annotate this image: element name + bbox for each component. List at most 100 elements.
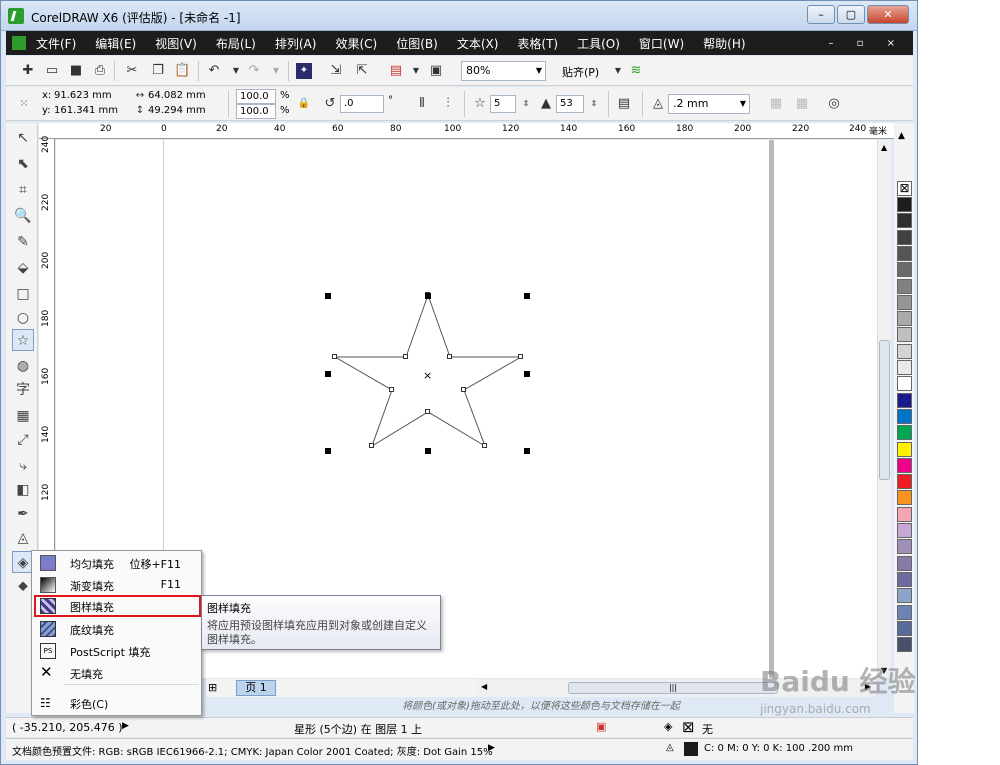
to-front-icon[interactable]: ▦ xyxy=(768,96,784,112)
color-swatch[interactable] xyxy=(897,245,912,261)
menu-tools[interactable]: 工具(O) xyxy=(577,35,620,52)
scroll-up-icon[interactable]: ▲ xyxy=(881,143,887,152)
menu-view[interactable]: 视图(V) xyxy=(155,35,197,52)
selection-handle[interactable] xyxy=(524,293,530,299)
document-icon[interactable] xyxy=(12,36,26,50)
lock-ratio-icon[interactable]: 🔒 xyxy=(296,96,312,112)
sharpness-field[interactable]: 53 xyxy=(556,95,584,113)
add-page-icon[interactable]: ⊞ xyxy=(208,681,217,694)
crop-tool-icon[interactable]: ⌗ xyxy=(12,179,34,201)
star-node[interactable] xyxy=(482,443,487,448)
no-fill-item[interactable]: ✕ 无填充 xyxy=(34,662,201,684)
color-swatch[interactable] xyxy=(897,588,912,604)
import-icon[interactable]: ⇲ xyxy=(328,63,344,79)
smart-fill-tool-icon[interactable]: ⬙ xyxy=(12,257,34,279)
document-window-controls[interactable]: – ▫ × xyxy=(828,38,905,49)
maximize-button[interactable]: ▢ xyxy=(837,5,865,24)
to-back-icon[interactable]: ▦ xyxy=(794,96,810,112)
color-swatch[interactable] xyxy=(897,213,912,229)
color-swatch[interactable] xyxy=(897,539,912,555)
palette-scroll-up-icon[interactable]: ▲ xyxy=(898,131,905,141)
color-swatch[interactable] xyxy=(897,327,912,343)
redo-icon[interactable]: ↷ xyxy=(246,63,262,79)
menu-bitmaps[interactable]: 位图(B) xyxy=(396,35,438,52)
pick-tool-icon[interactable]: ↖ xyxy=(12,127,34,149)
text-tool-icon[interactable]: 字 xyxy=(12,379,34,401)
convert-to-curves-icon[interactable]: ◎ xyxy=(826,96,842,112)
minimize-button[interactable]: – xyxy=(807,5,835,24)
status-expand-icon[interactable]: ▶ xyxy=(122,721,129,731)
star-points-field[interactable]: 5 xyxy=(490,95,516,113)
dimension-tool-icon[interactable]: ⤢ xyxy=(12,429,34,451)
color-swatch[interactable] xyxy=(897,376,912,392)
rotation-field[interactable]: .0 xyxy=(340,95,384,113)
star-node[interactable] xyxy=(332,354,337,359)
menu-table[interactable]: 表格(T) xyxy=(517,35,558,52)
blend-tool-icon[interactable]: ◧ xyxy=(12,479,34,501)
polygon-tool-icon[interactable]: ☆ xyxy=(12,329,34,351)
color-swatch[interactable] xyxy=(897,197,912,212)
menu-text[interactable]: 文本(X) xyxy=(457,35,499,52)
publish-pdf-icon[interactable]: ▤ xyxy=(388,63,404,79)
redo-dropdown-icon[interactable]: ▼ xyxy=(268,63,284,79)
menu-layout[interactable]: 布局(L) xyxy=(216,35,256,52)
uniform-fill-item[interactable]: 均匀填充 位移+F11 xyxy=(34,552,201,574)
selection-handle[interactable] xyxy=(425,448,431,454)
eyedropper-tool-icon[interactable]: ✒ xyxy=(12,503,34,525)
star-node[interactable] xyxy=(403,354,408,359)
mirror-vertical-icon[interactable]: ⫶ xyxy=(440,96,456,112)
color-swatch[interactable] xyxy=(897,392,912,408)
cut-icon[interactable]: ✂ xyxy=(124,63,140,79)
selection-handle[interactable] xyxy=(524,371,530,377)
rectangle-tool-icon[interactable]: □ xyxy=(12,283,34,305)
texture-fill-item[interactable]: 底纹填充 xyxy=(34,618,201,640)
postscript-fill-item[interactable]: PS PostScript 填充 xyxy=(34,640,201,662)
color-swatch[interactable] xyxy=(897,571,912,587)
star-node[interactable] xyxy=(369,443,374,448)
star-node[interactable] xyxy=(518,354,523,359)
color-swatch[interactable] xyxy=(897,229,912,245)
connector-tool-icon[interactable]: ⤷ xyxy=(12,455,34,477)
menu-edit[interactable]: 编辑(E) xyxy=(95,35,136,52)
color-swatch[interactable] xyxy=(897,620,912,636)
fountain-fill-item[interactable]: 渐变填充 F11 xyxy=(34,574,201,596)
print-icon[interactable]: ⎙ xyxy=(92,63,108,79)
star-node[interactable] xyxy=(447,354,452,359)
selection-handle[interactable] xyxy=(425,293,431,299)
vertical-scroll-thumb[interactable] xyxy=(879,340,890,480)
color-swatch[interactable] xyxy=(897,294,912,310)
zoom-level-combo[interactable]: 80% ▼ xyxy=(461,61,546,81)
color-swatch[interactable] xyxy=(897,343,912,359)
color-swatch[interactable] xyxy=(897,360,912,375)
export-icon[interactable]: ⇱ xyxy=(354,63,370,79)
scroll-left-icon[interactable]: ◀ xyxy=(481,682,487,691)
color-swatch[interactable] xyxy=(897,474,912,490)
selection-handle[interactable] xyxy=(325,371,331,377)
width-field[interactable]: 64.082 mm xyxy=(148,90,206,101)
color-swatch[interactable] xyxy=(897,457,912,473)
color-swatch[interactable] xyxy=(897,262,912,278)
color-swatch[interactable] xyxy=(897,490,912,506)
save-icon[interactable]: ■ xyxy=(68,63,84,79)
undo-dropdown-icon[interactable]: ▼ xyxy=(228,63,244,79)
new-document-icon[interactable]: ✚ xyxy=(20,63,36,79)
sharpness-spinner-icon[interactable]: ⇕ xyxy=(586,96,602,112)
outline-width-combo[interactable]: .2 mm ▼ xyxy=(668,94,750,114)
color-swatch[interactable] xyxy=(897,604,912,620)
basic-shapes-tool-icon[interactable]: ◍ xyxy=(12,355,34,377)
shape-tool-icon[interactable]: ⬉ xyxy=(12,153,34,175)
menu-window[interactable]: 窗口(W) xyxy=(639,35,684,52)
vertical-scrollbar[interactable]: ▲ ▼ xyxy=(877,140,891,678)
snap-to-button[interactable]: 贴齐(P) xyxy=(562,64,599,80)
menu-file[interactable]: 文件(F) xyxy=(36,35,76,52)
horizontal-scroll-thumb[interactable]: ||| xyxy=(568,682,778,694)
scale-x-field[interactable]: 100.0 xyxy=(236,89,276,104)
ellipse-tool-icon[interactable]: ○ xyxy=(12,307,34,329)
table-tool-icon[interactable]: ▦ xyxy=(12,405,34,427)
color-swatch[interactable] xyxy=(897,637,912,653)
open-folder-icon[interactable]: ▭ xyxy=(44,63,60,79)
star-node[interactable] xyxy=(389,387,394,392)
undo-icon[interactable]: ↶ xyxy=(206,63,222,79)
reference-point-icon[interactable]: ⁙ xyxy=(16,96,32,112)
selection-handle[interactable] xyxy=(325,293,331,299)
